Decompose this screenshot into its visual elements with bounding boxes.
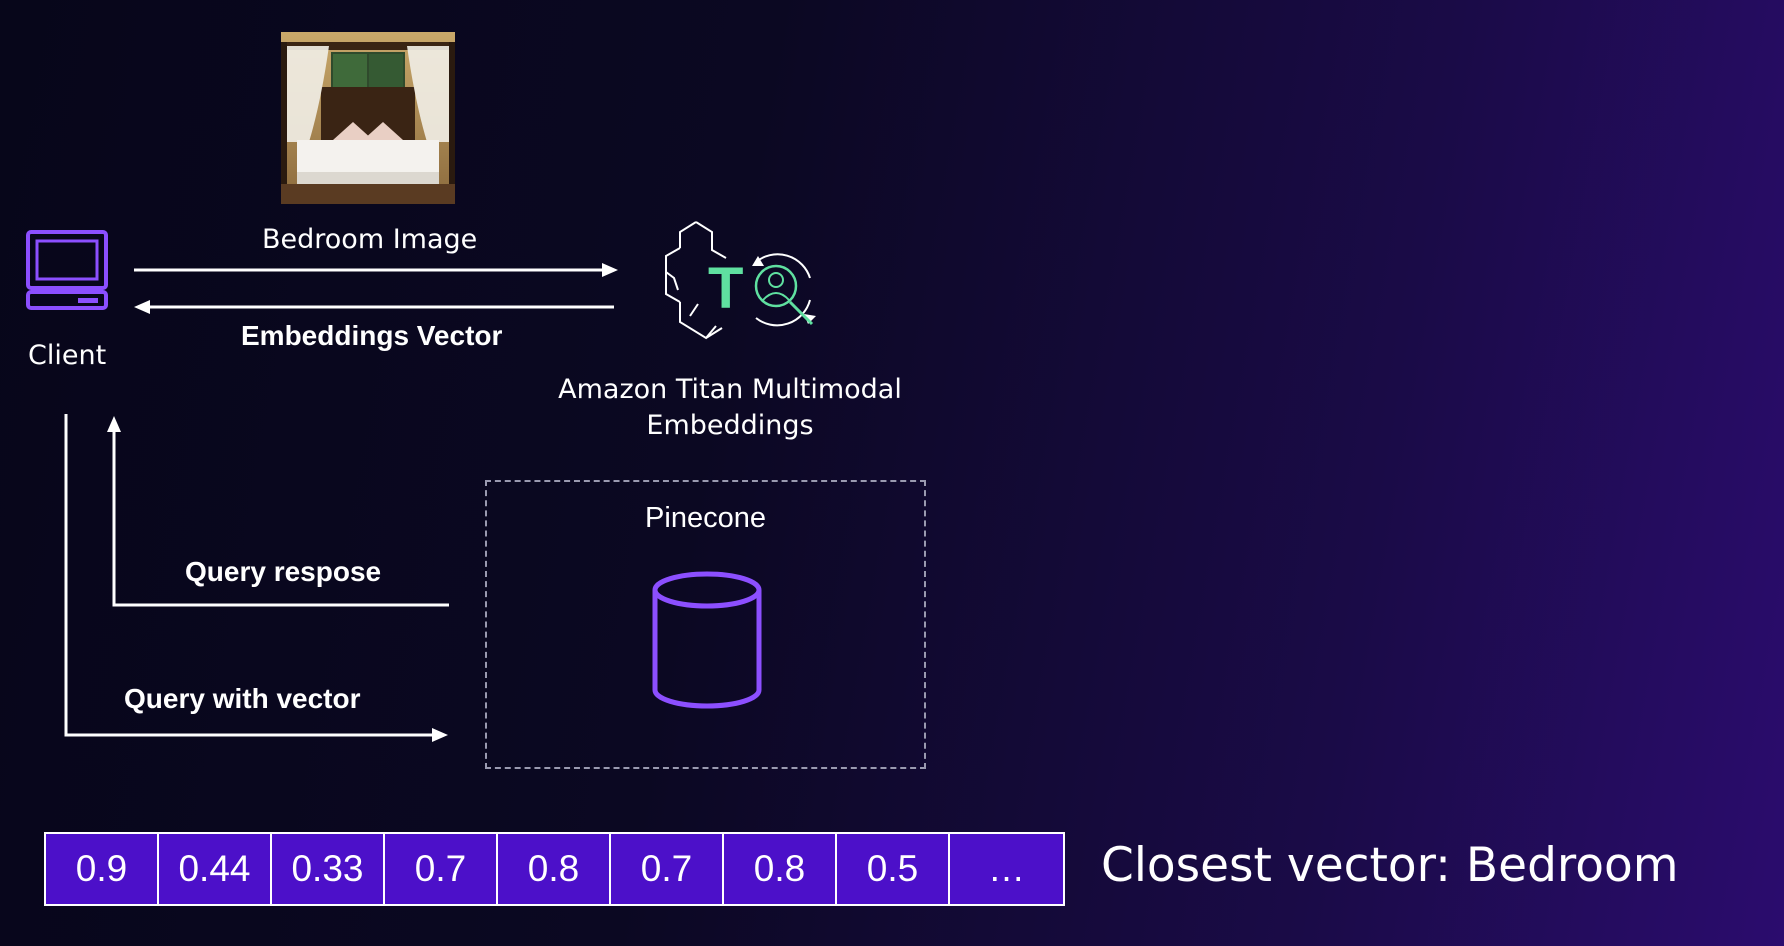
titan-label-line1: Amazon Titan Multimodal [558,374,902,405]
titan-letter: T [708,256,743,321]
vector-cell: 0.7 [385,834,498,904]
pinecone-label: Pinecone [645,502,766,534]
query-with-vector-label: Query with vector [124,683,361,714]
vector-cell: 0.5 [837,834,950,904]
titan-multimodal-icon: T [660,220,820,352]
vector-cell: … [950,834,1063,904]
bedroom-photo [281,32,455,204]
vector-cell: 0.8 [498,834,611,904]
vector-cell: 0.9 [46,834,159,904]
vector-cell: 0.33 [272,834,385,904]
titan-label-line2: Embeddings [646,410,814,441]
vector-row: 0.9 0.44 0.33 0.7 0.8 0.7 0.8 0.5… [44,832,1065,906]
laptop-icon [24,228,110,312]
embeddings-vector-label: Embeddings Vector [241,320,503,351]
vector-cell: 0.8 [724,834,837,904]
bedroom-image-label: Bedroom Image [262,224,478,255]
database-cylinder-icon [650,570,764,712]
client-label: Client [28,340,107,371]
request-response-arrows [132,260,620,320]
closest-vector-label: Closest vector: Bedroom [1101,838,1679,893]
vector-cell: 0.44 [159,834,272,904]
vector-cell: 0.7 [611,834,724,904]
query-response-label: Query respose [185,556,382,587]
